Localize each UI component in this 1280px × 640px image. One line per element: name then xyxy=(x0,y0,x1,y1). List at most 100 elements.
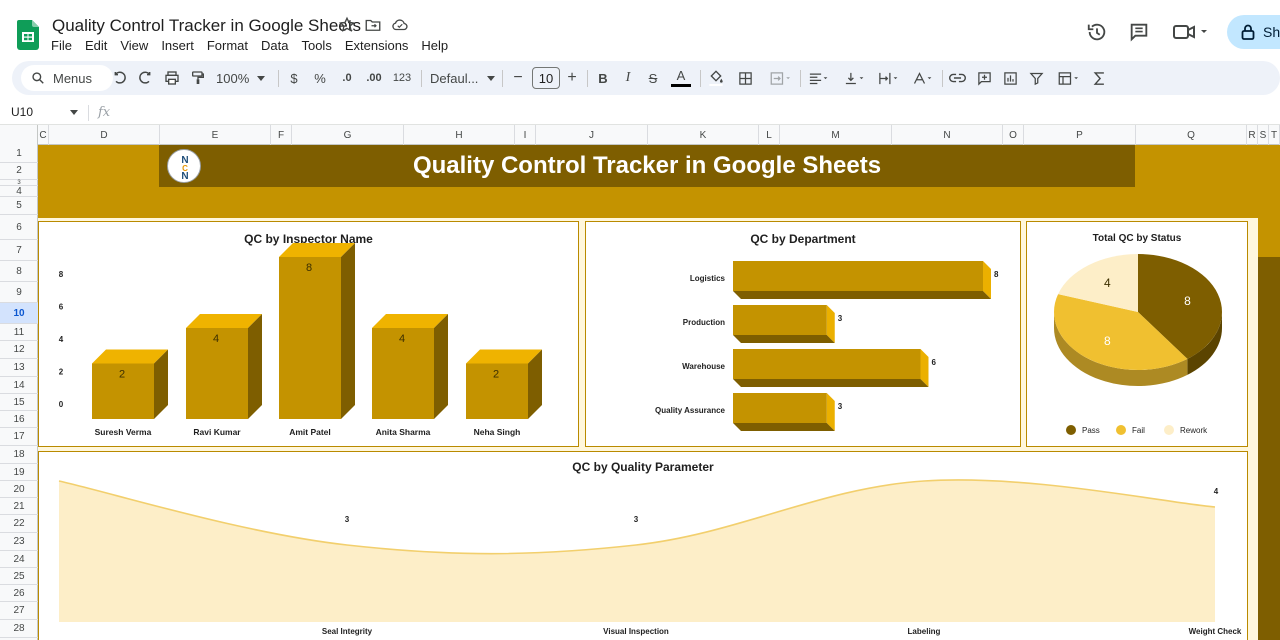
row-header-12[interactable]: 12 xyxy=(0,341,38,359)
column-header-h[interactable]: H xyxy=(404,125,515,145)
document-title[interactable]: Quality Control Tracker in Google Sheets xyxy=(52,16,361,36)
row-header-26[interactable]: 26 xyxy=(0,585,38,602)
currency-format-button[interactable]: $ xyxy=(286,66,302,90)
row-header-22[interactable]: 22 xyxy=(0,515,38,533)
font-size-input[interactable]: 10 xyxy=(532,67,560,89)
text-rotation-button[interactable] xyxy=(907,66,937,90)
bold-button[interactable]: B xyxy=(594,66,612,90)
column-header-s[interactable]: S xyxy=(1258,125,1269,145)
row-header-13[interactable]: 13 xyxy=(0,359,38,377)
filter-button[interactable] xyxy=(1026,66,1046,90)
horizontal-align-button[interactable] xyxy=(804,66,832,90)
row-header-28[interactable]: 28 xyxy=(0,620,38,638)
font-family-select[interactable]: Defaul... xyxy=(430,66,496,90)
menu-view[interactable]: View xyxy=(120,38,154,53)
row-header-6[interactable]: 6 xyxy=(0,215,38,240)
functions-button[interactable] xyxy=(1089,66,1109,90)
paint-format-button[interactable] xyxy=(188,66,208,90)
text-wrapping-button[interactable] xyxy=(874,66,902,90)
chart-panel-status[interactable]: Total QC by Status 8 8 4 Pass Fail Rework xyxy=(1026,221,1248,447)
menu-file[interactable]: File xyxy=(51,38,78,53)
fill-color-button[interactable] xyxy=(706,66,726,90)
chart-panel-inspector[interactable]: QC by Inspector Name 0 2 4 6 8 2 Suresh Verma 4… xyxy=(38,221,579,447)
row-header-1[interactable]: 1 xyxy=(0,145,38,163)
decrease-font-size-button[interactable]: − xyxy=(511,66,525,90)
move-folder-icon[interactable] xyxy=(364,16,382,34)
column-header-d[interactable]: D xyxy=(49,125,160,145)
row-header-10[interactable]: 10 xyxy=(0,303,38,324)
row-header-9[interactable]: 9 xyxy=(0,282,38,303)
column-header-m[interactable]: M xyxy=(780,125,892,145)
row-header-16[interactable]: 16 xyxy=(0,411,38,428)
column-header-t[interactable]: T xyxy=(1269,125,1280,145)
select-all-corner[interactable] xyxy=(0,125,38,145)
column-header-o[interactable]: O xyxy=(1003,125,1024,145)
row-header-14[interactable]: 14 xyxy=(0,377,38,394)
menu-help[interactable]: Help xyxy=(421,38,454,53)
column-header-f[interactable]: F xyxy=(271,125,292,145)
row-header-24[interactable]: 24 xyxy=(0,551,38,568)
merge-cells-button[interactable] xyxy=(764,66,796,90)
redo-button[interactable] xyxy=(135,66,155,90)
column-header-j[interactable]: J xyxy=(536,125,648,145)
column-header-l[interactable]: L xyxy=(759,125,780,145)
insert-comment-button[interactable] xyxy=(974,66,994,90)
print-button[interactable] xyxy=(162,66,182,90)
column-header-e[interactable]: E xyxy=(160,125,271,145)
zoom-select[interactable]: 100% xyxy=(216,66,272,90)
row-header-25[interactable]: 25 xyxy=(0,568,38,585)
number-format-button[interactable]: 123 xyxy=(390,66,414,90)
sheets-logo-icon[interactable] xyxy=(17,20,39,50)
row-header-17[interactable]: 17 xyxy=(0,428,38,446)
row-header-19[interactable]: 19 xyxy=(0,464,38,481)
row-header-27[interactable]: 27 xyxy=(0,602,38,620)
column-header-r[interactable]: R xyxy=(1247,125,1258,145)
row-header-7[interactable]: 7 xyxy=(0,240,38,261)
menus-search-button[interactable]: Menus xyxy=(21,65,113,91)
row-header-20[interactable]: 20 xyxy=(0,481,38,498)
row-header-5[interactable]: 5 xyxy=(0,197,38,215)
borders-button[interactable] xyxy=(735,66,755,90)
decrease-decimal-button[interactable]: .0 xyxy=(335,66,359,90)
insert-link-button[interactable] xyxy=(947,66,967,90)
undo-button[interactable] xyxy=(110,66,130,90)
row-header-15[interactable]: 15 xyxy=(0,394,38,411)
strikethrough-button[interactable]: S xyxy=(644,66,662,90)
row-header-21[interactable]: 21 xyxy=(0,498,38,515)
increase-decimal-button[interactable]: .00 xyxy=(362,66,386,90)
filter-views-button[interactable] xyxy=(1052,66,1084,90)
column-header-g[interactable]: G xyxy=(292,125,404,145)
star-icon[interactable] xyxy=(338,16,356,34)
column-header-i[interactable]: I xyxy=(515,125,536,145)
menu-insert[interactable]: Insert xyxy=(161,38,200,53)
comments-icon[interactable] xyxy=(1128,20,1150,44)
percent-format-button[interactable]: % xyxy=(311,66,329,90)
text-color-button[interactable]: A xyxy=(671,66,691,87)
row-header-2[interactable]: 2 xyxy=(0,163,38,180)
menu-extensions[interactable]: Extensions xyxy=(345,38,415,53)
column-header-q[interactable]: Q xyxy=(1136,125,1247,145)
menu-format[interactable]: Format xyxy=(207,38,254,53)
row-header-4[interactable]: 4 xyxy=(0,186,38,197)
chart-panel-department[interactable]: QC by Department 8 Logistics 3 Production 6 W… xyxy=(585,221,1021,447)
increase-font-size-button[interactable]: + xyxy=(565,66,579,90)
column-header-c[interactable]: C xyxy=(38,125,49,145)
column-header-p[interactable]: P xyxy=(1024,125,1136,145)
insert-chart-button[interactable] xyxy=(1000,66,1020,90)
share-button[interactable]: Sha xyxy=(1227,15,1280,49)
column-header-n[interactable]: N xyxy=(892,125,1003,145)
italic-button[interactable]: I xyxy=(619,66,637,90)
chevron-down-icon[interactable] xyxy=(70,110,78,115)
menu-edit[interactable]: Edit xyxy=(85,38,113,53)
vertical-align-button[interactable] xyxy=(840,66,868,90)
sheet-grid[interactable]: Quality Control Tracker in Google Sheets… xyxy=(38,145,1280,640)
row-header-18[interactable]: 18 xyxy=(0,446,38,464)
menu-data[interactable]: Data xyxy=(261,38,294,53)
cloud-saved-icon[interactable] xyxy=(391,16,409,34)
meet-camera-icon[interactable] xyxy=(1172,20,1210,44)
column-header-k[interactable]: K xyxy=(648,125,759,145)
chart-panel-parameter[interactable]: QC by Quality Parameter Seal Integrity 3 V… xyxy=(38,451,1248,640)
menu-tools[interactable]: Tools xyxy=(301,38,337,53)
row-header-8[interactable]: 8 xyxy=(0,261,38,282)
name-box[interactable]: U10 xyxy=(11,105,33,119)
